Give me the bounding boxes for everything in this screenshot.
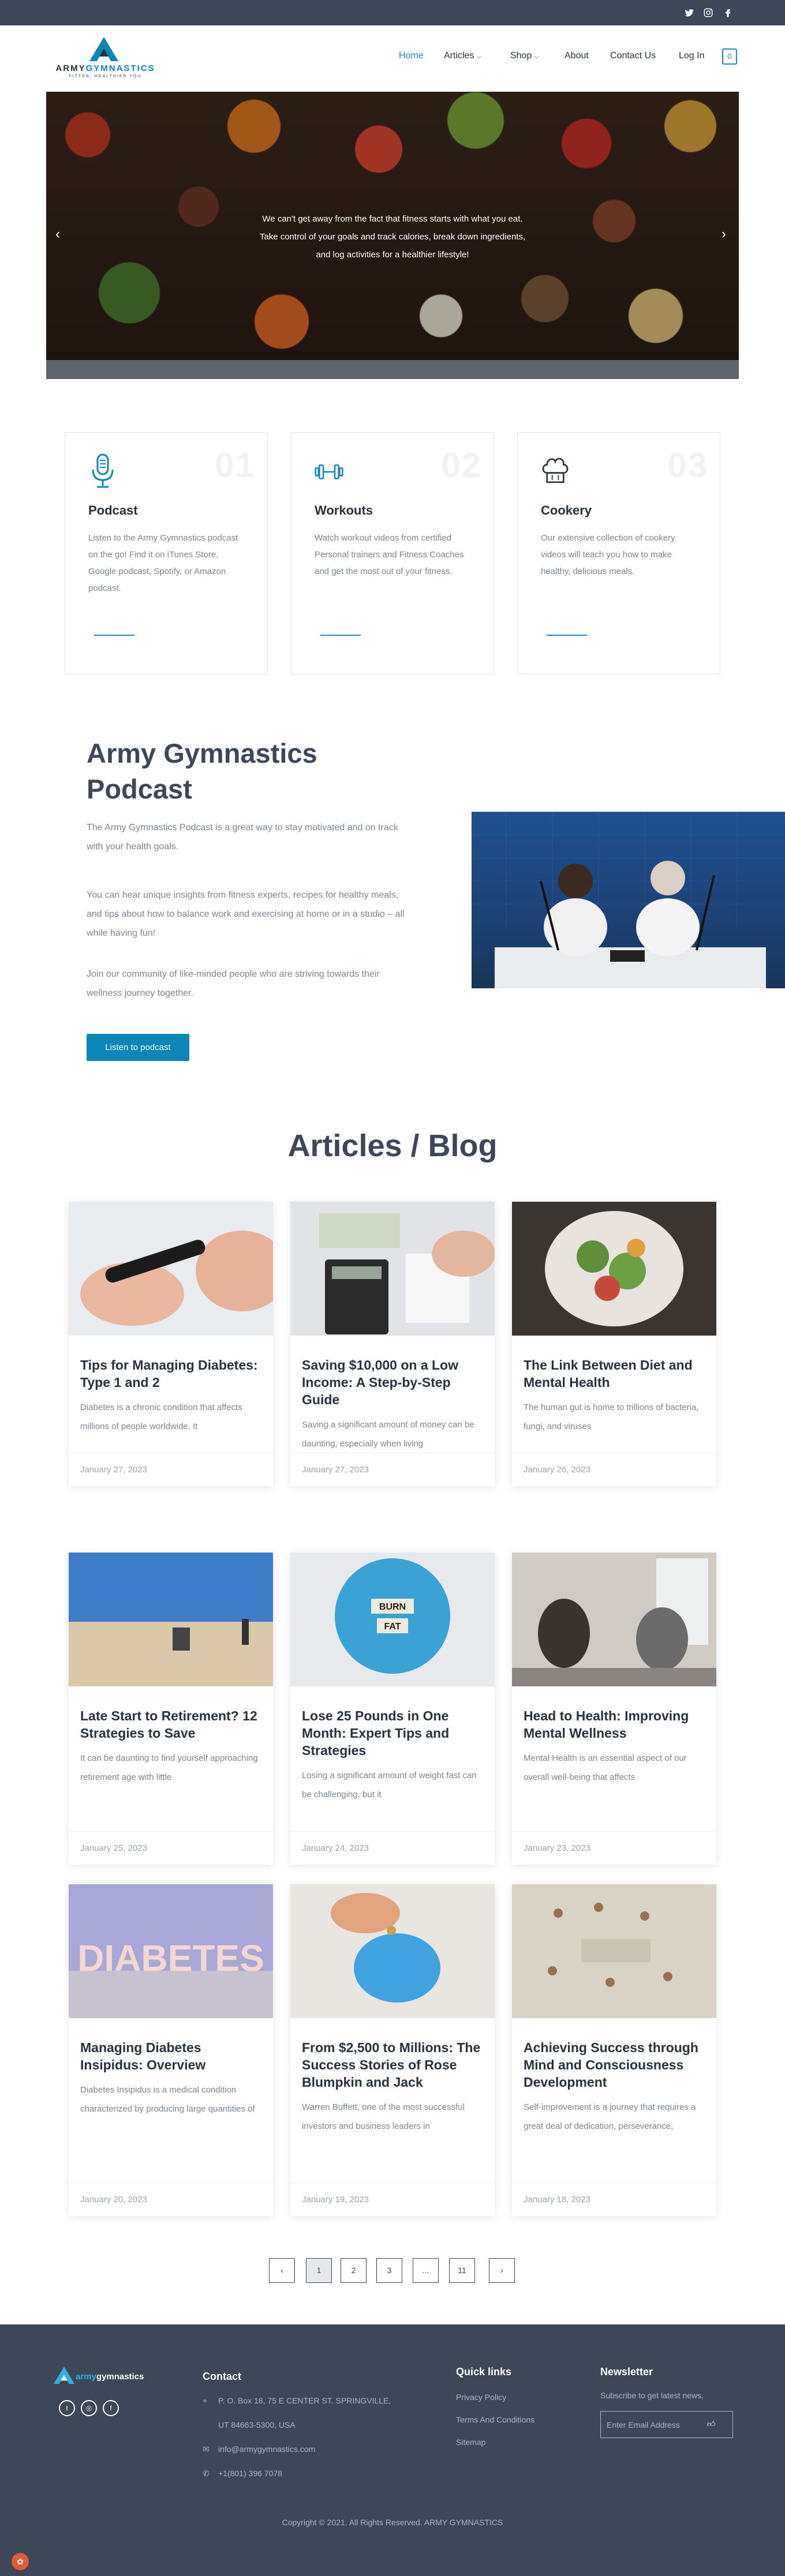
location-pin-icon: ⌖ [203, 2396, 207, 2405]
footer-instagram-icon[interactable]: ◎ [81, 2400, 97, 2416]
microphone-icon [92, 453, 114, 488]
footer-copyright: Copyright © 2021. All Rights Reserved. A… [282, 2518, 503, 2527]
instagram-icon[interactable] [703, 8, 713, 18]
cart-count: 0 [727, 52, 732, 61]
article-image-keys [512, 1884, 716, 2018]
articles-title: Articles / Blog [287, 1128, 498, 1163]
footer-newsletter-title: Newsletter [600, 2366, 653, 2378]
article-image-beach [69, 1553, 273, 1686]
footer-logo-text[interactable]: armygymnastics [76, 2372, 144, 2382]
article-card[interactable]: Saving $10,000 on a Low Income: A Step-b… [290, 1202, 495, 1486]
listen-to-podcast-button[interactable]: Listen to podcast [87, 1034, 189, 1061]
logo-text[interactable]: ARMYGYMNASTICS [46, 63, 165, 73]
footer-address-line1: P. O. Box 18, 75 E CENTER ST. SPRINGVILL… [218, 2396, 391, 2405]
logo-mark-icon[interactable] [89, 37, 118, 61]
slider-next-arrow-icon[interactable]: › [722, 226, 726, 242]
feature-card-cookery[interactable]: 03 Cookery Our extensive collection of c… [517, 432, 720, 674]
footer-newsletter-text: Subscribe to get latest news, [600, 2391, 704, 2400]
nav-home[interactable]: Home [399, 51, 424, 61]
podcast-paragraph-1: The Army Gymnastics Podcast is a great w… [87, 823, 398, 852]
nav-contact-us[interactable]: Contact Us [610, 51, 656, 61]
feature-card-podcast[interactable]: 01 Podcast Listen to the Army Gymnastics… [65, 432, 268, 674]
pagination-prev-icon[interactable]: ‹ [269, 2258, 295, 2283]
article-card[interactable]: From $2,500 to Millions: The Success Sto… [290, 1884, 495, 2216]
top-bar [0, 0, 785, 25]
article-card[interactable]: The Link Between Diet and Mental Health … [512, 1202, 716, 1486]
pagination-page-2[interactable]: 2 [341, 2258, 367, 2283]
hero-slider: We can't get away from the fact that fit… [46, 92, 739, 379]
podcast-photo [472, 812, 785, 988]
email-icon: ✉ [203, 2444, 210, 2454]
article-card[interactable]: Tips for Managing Diabetes: Type 1 and 2… [69, 1202, 273, 1486]
article-image-diabetes-pen [69, 1202, 273, 1336]
svg-text:BURN: BURN [379, 1602, 406, 1612]
svg-text:FAT: FAT [384, 1622, 401, 1632]
article-card[interactable]: DIABETES Managing Diabetes Insipidus: Ov… [69, 1884, 273, 2216]
article-image-piggy-bank [290, 1884, 495, 2018]
nav-shop[interactable]: Shop ⌵ [510, 51, 539, 61]
site-header: ARMYGYMNASTICS FITTER, HEALTHIER YOU Hom… [0, 25, 785, 92]
logo-tagline: FITTER, HEALTHIER YOU [69, 74, 142, 78]
pagination-page-11[interactable]: 11 [449, 2258, 475, 2283]
article-image-burn-fat: BURN FAT [290, 1553, 495, 1686]
article-card[interactable]: Achieving Success through Mind and Consc… [512, 1884, 716, 2216]
article-card[interactable]: Late Start to Retirement? 12 Strategies … [69, 1553, 273, 1865]
nav-log-in[interactable]: Log In [679, 51, 704, 61]
twitter-icon[interactable] [684, 8, 694, 18]
footer-email-link[interactable]: info@armygymnastics.com [218, 2444, 315, 2454]
article-image-therapy [512, 1553, 716, 1686]
accessibility-float-button[interactable]: ✿ [12, 2553, 29, 2570]
footer-link-terms[interactable]: Terms And Conditions [456, 2415, 534, 2424]
dumbbell-icon [315, 464, 343, 479]
pagination-ellipsis: ... [413, 2258, 439, 2283]
article-card[interactable]: BURN FAT Lose 25 Pounds in One Month: Ex… [290, 1553, 495, 1865]
footer-link-privacy-policy[interactable]: Privacy Policy [456, 2393, 506, 2402]
facebook-icon[interactable] [723, 8, 733, 18]
slider-prev-arrow-icon[interactable]: ‹ [55, 226, 60, 242]
chevron-down-icon: ⌵ [534, 53, 539, 60]
feature-card-workouts[interactable]: 02 Workouts Watch workout videos from ce… [291, 432, 494, 674]
hero-text: We can't get away from the fact that fit… [259, 214, 526, 260]
footer-phone-link[interactable]: +1(801) 396 7078 [218, 2469, 282, 2478]
podcast-title: Army Gymnastics Podcast [87, 738, 317, 804]
footer-twitter-icon[interactable]: t [59, 2400, 75, 2416]
footer-quick-links-title: Quick links [456, 2366, 512, 2378]
chef-hat-icon [542, 458, 569, 483]
footer-contact-title: Contact [203, 2371, 241, 2382]
footer-address-line2: UT 84663-5300, USA [218, 2420, 296, 2429]
pagination-next-icon[interactable]: › [489, 2258, 515, 2283]
article-image-calculator [290, 1202, 495, 1336]
pagination-page-1[interactable]: 1 [306, 2258, 332, 2283]
article-card[interactable]: Head to Health: Improving Mental Wellnes… [512, 1553, 716, 1865]
article-image-diabetes-letters: DIABETES [69, 1884, 273, 2018]
phone-icon: ✆ [203, 2469, 210, 2478]
article-image-salad [512, 1202, 716, 1336]
hero-caption-strip [46, 360, 739, 379]
svg-text:DIABETES: DIABETES [77, 1937, 264, 1979]
nav-articles[interactable]: Articles ⌵ [444, 51, 481, 61]
newsletter-submit-icon[interactable]: 👍︎ [707, 2419, 719, 2431]
footer-link-sitemap[interactable]: Sitemap [456, 2438, 485, 2447]
podcast-paragraph-3: Join our community of like-minded people… [87, 969, 380, 998]
chevron-down-icon: ⌵ [476, 53, 481, 60]
footer-facebook-icon[interactable]: f [103, 2400, 119, 2416]
podcast-paragraph-2: You can hear unique insights from fitnes… [87, 890, 405, 938]
footer-logo-mark-icon[interactable] [54, 2367, 74, 2384]
cart-button[interactable]: 0 [722, 48, 737, 65]
pagination-page-3[interactable]: 3 [376, 2258, 402, 2283]
nav-about[interactable]: About [565, 51, 589, 61]
site-footer: armygymnastics t ◎ f Contact ⌖ P. O. Box… [0, 2324, 785, 2576]
